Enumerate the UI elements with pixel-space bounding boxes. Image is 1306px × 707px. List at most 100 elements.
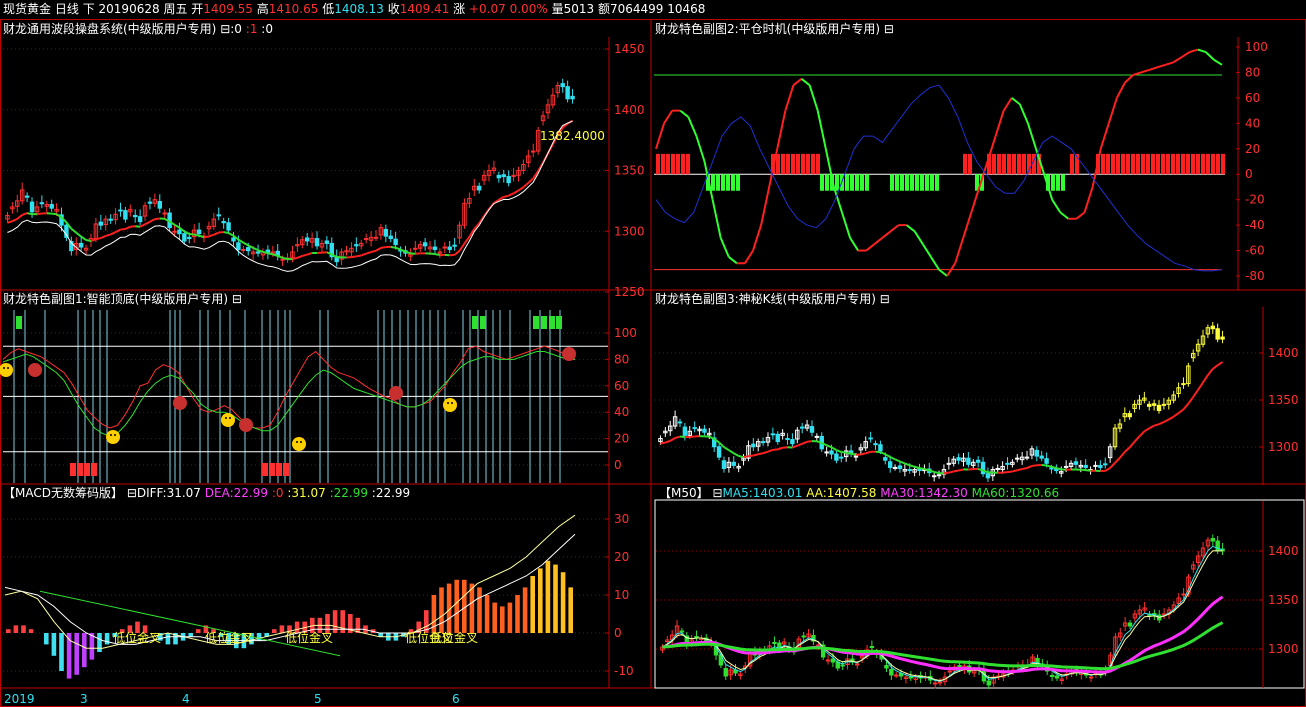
kline-body	[1083, 464, 1088, 468]
signal-line-red	[2, 345, 576, 429]
kline-body	[1093, 464, 1098, 467]
negative-bar	[711, 174, 715, 191]
ma-candle-body	[679, 630, 685, 633]
collapse-icon[interactable]: ⊟	[232, 292, 242, 306]
band-line	[365, 251, 372, 255]
negative-bar	[925, 174, 929, 191]
band-line	[429, 252, 436, 256]
trend-line	[1148, 424, 1155, 430]
band-line	[208, 233, 215, 238]
ma60-line	[662, 621, 1224, 671]
candle-body	[314, 238, 320, 247]
trend-line	[1177, 408, 1185, 414]
oscillator-line	[695, 135, 706, 162]
kline-body	[1024, 456, 1030, 459]
smile-icon-eye	[451, 402, 453, 404]
band-line	[242, 241, 249, 247]
band-line	[174, 223, 180, 229]
trend-line	[841, 451, 847, 454]
positive-bar	[1017, 153, 1021, 175]
kline-body	[829, 450, 834, 455]
candle-body	[49, 204, 54, 209]
negative-bar	[835, 174, 839, 191]
trend-line	[708, 435, 715, 440]
band-line	[11, 217, 18, 223]
main-ytick-label: 1350	[614, 164, 645, 178]
top-signal-bar	[541, 316, 547, 329]
collapse-icon[interactable]: ⊟	[712, 486, 722, 500]
macd-histogram-bar	[492, 602, 497, 633]
ma-candle-body	[694, 636, 699, 638]
kline-body	[892, 466, 898, 469]
macd-histogram-bar	[188, 633, 193, 637]
oscillator-line	[663, 110, 674, 124]
oscillator-line	[1124, 74, 1134, 84]
collapse-icon[interactable]: ⊟	[880, 292, 890, 306]
candle-body	[388, 235, 393, 240]
trend-line	[1138, 430, 1146, 437]
smile-icon	[292, 437, 306, 451]
candle-body	[196, 229, 202, 235]
smile-icon-eye	[447, 402, 449, 404]
candle-body	[177, 229, 182, 235]
macd-histogram-bar	[196, 629, 201, 633]
trend-line	[836, 449, 842, 453]
band-line	[144, 220, 151, 226]
macd-histogram-bar	[44, 633, 49, 645]
collapse-icon[interactable]: ⊟	[884, 22, 894, 36]
top-signal-bar	[533, 316, 539, 329]
kline-body	[692, 427, 697, 430]
trend-line	[909, 464, 915, 468]
band-line	[130, 225, 136, 228]
ma-candle-body	[869, 646, 875, 648]
trend-line	[1017, 468, 1023, 472]
ma-candle-body	[1210, 538, 1216, 542]
trend-line	[1104, 467, 1111, 472]
chart-canvas[interactable]: 145014001350130012501382.400010080604020…	[0, 0, 1306, 707]
oscillator-line	[1148, 66, 1158, 71]
positive-bar	[656, 153, 660, 175]
oscillator-line	[744, 250, 754, 264]
oscillator-line	[800, 78, 811, 86]
negative-bar	[865, 174, 869, 191]
macd-histogram-bar	[104, 633, 110, 645]
red-dot-marker	[28, 363, 42, 377]
smile-icon-eye	[300, 441, 302, 443]
trend-line	[660, 441, 666, 445]
bottom-signal-bar	[84, 463, 90, 476]
candle-body	[442, 246, 448, 249]
collapse-icon[interactable]: ⊟	[127, 486, 137, 500]
smile-icon	[0, 363, 13, 377]
band-line	[139, 223, 146, 228]
oscillator-line	[655, 123, 666, 150]
band-line	[292, 256, 298, 261]
bottom-signal-bar	[262, 463, 268, 476]
collapse-icon[interactable]: ⊟	[220, 22, 230, 36]
ma-candle-body	[772, 642, 777, 644]
bottom-signal-bar	[77, 463, 83, 476]
positive-bar	[776, 153, 780, 175]
smile-icon-eye	[114, 434, 116, 436]
oscillator-line	[679, 109, 689, 118]
sub2-ytick-label: -20	[1245, 193, 1265, 207]
candle-body	[570, 95, 575, 100]
ma-candle-body	[937, 681, 943, 684]
oscillator-line	[930, 256, 940, 271]
positive-bar	[1151, 153, 1155, 175]
band-line	[75, 231, 82, 238]
trend-line	[860, 452, 866, 456]
main-title-text: 财龙通用波段操盘系统(中级版用户专用)	[3, 22, 217, 36]
trend-line	[1182, 403, 1190, 411]
candle-body	[78, 242, 84, 248]
kline-body	[1210, 325, 1215, 330]
kline-body	[1215, 328, 1220, 340]
trend-line	[767, 448, 774, 453]
trend-line	[728, 449, 735, 455]
oscillator-line	[906, 224, 916, 233]
trend-line	[1021, 467, 1028, 471]
macd-histogram-bar	[553, 564, 558, 633]
smile-icon	[443, 398, 457, 412]
oscillator-line	[849, 237, 859, 252]
negative-bar	[825, 174, 829, 191]
oscillator-line	[776, 110, 787, 149]
